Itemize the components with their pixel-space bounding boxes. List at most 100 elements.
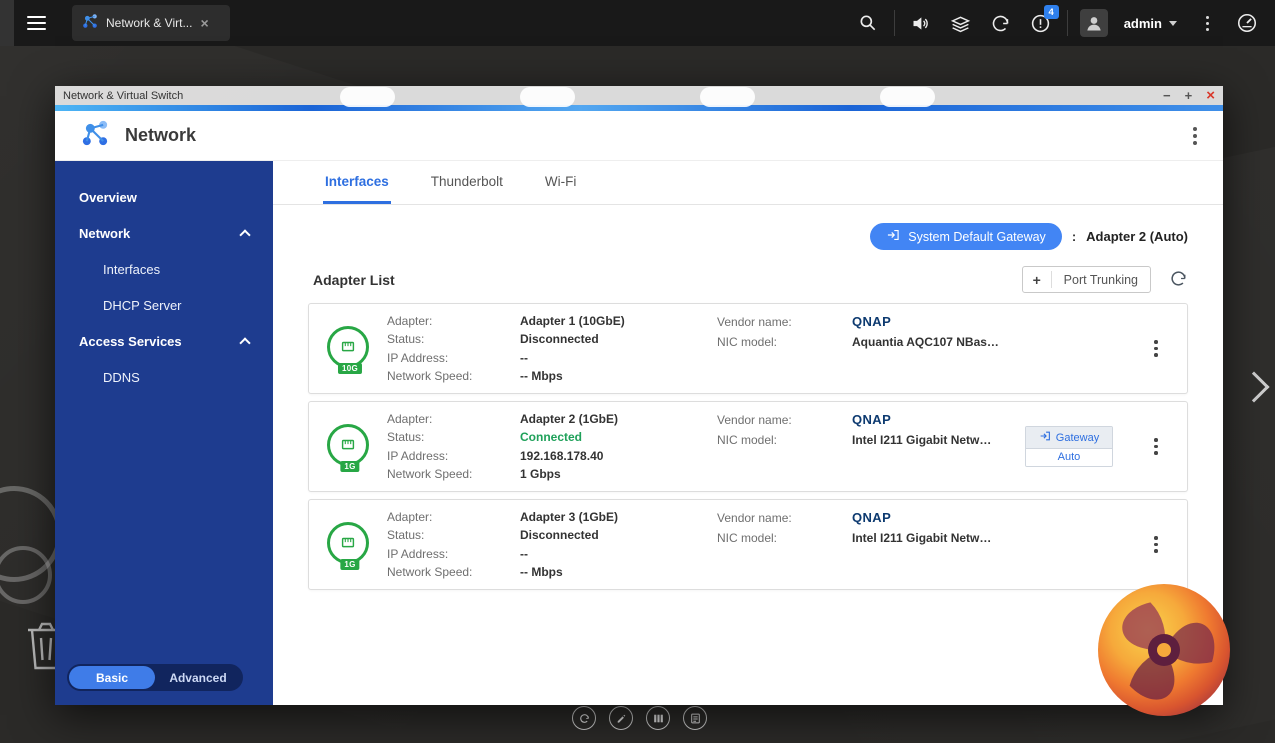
- app-tab-label: Network & Virt...: [106, 16, 193, 30]
- sidebar-section-network[interactable]: Network: [55, 215, 273, 251]
- tab-interfaces[interactable]: Interfaces: [323, 161, 391, 204]
- header-more-icon[interactable]: [1193, 124, 1197, 148]
- port-trunking-button[interactable]: + Port Trunking: [1021, 266, 1151, 293]
- window-titlebar[interactable]: Network & Virtual Switch − + ×: [55, 86, 1223, 105]
- network-app-icon: [82, 13, 98, 34]
- vendor-labels: Vendor name: NIC model:: [717, 412, 792, 447]
- sidebar-item-overview[interactable]: Overview: [55, 179, 273, 215]
- gateway-icon: [1039, 430, 1051, 445]
- user-avatar[interactable]: [1074, 0, 1114, 46]
- adapter-speed: -- Mbps: [520, 369, 563, 383]
- adapter-port-icon: 1G: [327, 423, 373, 472]
- adapter-list: 10G Adapter: Status: IP Address: Network…: [308, 303, 1188, 597]
- volume-icon[interactable]: [901, 0, 941, 46]
- adapter-speed: 1 Gbps: [520, 467, 561, 481]
- sidebar-item-interfaces[interactable]: Interfaces: [55, 251, 273, 287]
- adapter-name: Adapter 2 (1GbE): [520, 411, 619, 426]
- desktop-icon-ghost: [340, 87, 395, 107]
- vendor-values: QNAP Intel I211 Gigabit Netw…: [852, 410, 1025, 484]
- main-menu-button[interactable]: [14, 0, 58, 46]
- wallpaper-ring: [0, 546, 52, 604]
- adapter-menu-icon[interactable]: [1143, 536, 1169, 553]
- maximize-button[interactable]: +: [1185, 89, 1193, 102]
- sidebar: Overview Network Interfaces DHCP Server …: [55, 161, 273, 705]
- admin-label: admin: [1123, 15, 1162, 31]
- desktop-icon-ghost: [700, 87, 755, 107]
- adapter-ip: 192.168.178.40: [520, 448, 604, 463]
- field-values: Adapter 1 (10GbE) Disconnected -- -- Mbp…: [520, 312, 717, 386]
- app-header: Network: [55, 111, 1223, 161]
- adapter-ip: --: [520, 546, 528, 561]
- basic-mode-button[interactable]: Basic: [69, 666, 155, 689]
- adapter-card-1: 10G Adapter: Status: IP Address: Network…: [308, 303, 1188, 394]
- system-default-gateway-row: System Default Gateway : Adapter 2 (Auto…: [273, 223, 1188, 250]
- desktop-dock: [572, 706, 707, 730]
- chevron-up-icon: [239, 337, 251, 349]
- tab-close-icon[interactable]: ×: [200, 15, 208, 31]
- chevron-up-icon: [239, 229, 251, 241]
- advanced-mode-button[interactable]: Advanced: [155, 666, 241, 689]
- taskbar-separator: [893, 10, 895, 36]
- adapter-card-3: 1G Adapter: Status: IP Address: Network …: [308, 499, 1188, 590]
- gateway-icon: [886, 228, 900, 245]
- vendor-labels: Vendor name: NIC model:: [717, 510, 792, 545]
- sync-icon[interactable]: [981, 0, 1021, 46]
- dock-tools-icon[interactable]: [609, 706, 633, 730]
- admin-dropdown[interactable]: admin: [1124, 16, 1177, 31]
- adapter-menu-icon[interactable]: [1143, 340, 1169, 357]
- field-labels: Adapter: Status: IP Address: Network Spe…: [387, 509, 473, 580]
- adapter-list-title: Adapter List: [313, 271, 395, 288]
- gateway-mode[interactable]: Auto: [1026, 448, 1112, 466]
- adapter-list-header: Adapter List + Port Trunking: [313, 266, 1188, 293]
- more-options-icon[interactable]: [1187, 0, 1227, 46]
- notifications-icon[interactable]: 4: [1021, 0, 1061, 46]
- gateway-separator: :: [1071, 229, 1077, 244]
- network-app-icon: [81, 119, 109, 152]
- close-button[interactable]: ×: [1206, 88, 1215, 103]
- field-values: Adapter 2 (1GbE) Connected 192.168.178.4…: [520, 410, 717, 484]
- taskbar: Network & Virt... × 4 admin: [0, 0, 1275, 46]
- background-tasks-icon[interactable]: [941, 0, 981, 46]
- sidebar-section-access-services[interactable]: Access Services: [55, 323, 273, 359]
- vendor-logo: QNAP: [852, 313, 892, 329]
- vendor-labels: Vendor name: NIC model:: [717, 314, 792, 349]
- search-icon[interactable]: [848, 0, 888, 46]
- dock-recent-icon[interactable]: [572, 706, 596, 730]
- sidebar-item-dhcp-server[interactable]: DHCP Server: [55, 287, 273, 323]
- nic-model: Aquantia AQC107 NBas…: [852, 334, 999, 349]
- vendor-logo: QNAP: [852, 509, 892, 525]
- minimize-button[interactable]: −: [1163, 89, 1171, 102]
- adapter-card-2: 1G Adapter: Status: IP Address: Network …: [308, 401, 1188, 492]
- taskbar-separator: [1066, 10, 1068, 36]
- next-desktop-chevron-icon[interactable]: [1238, 371, 1270, 403]
- page-title: Network: [125, 125, 197, 145]
- dock-notes-icon[interactable]: [683, 706, 707, 730]
- dock-dashboard-icon[interactable]: [646, 706, 670, 730]
- adapter-speed: -- Mbps: [520, 565, 563, 579]
- tab-wifi[interactable]: Wi-Fi: [543, 161, 578, 204]
- chevron-down-icon: [1169, 20, 1177, 26]
- main-content: Interfaces Thunderbolt Wi-Fi System Defa…: [273, 161, 1223, 705]
- tab-bar: Interfaces Thunderbolt Wi-Fi: [273, 161, 1223, 205]
- adapter-menu-icon[interactable]: [1143, 438, 1169, 455]
- sidebar-item-ddns[interactable]: DDNS: [55, 359, 273, 395]
- gateway-badge[interactable]: Gateway Auto: [1025, 426, 1113, 467]
- refresh-icon[interactable]: [1169, 269, 1188, 291]
- vendor-values: QNAP Aquantia AQC107 NBas…: [852, 312, 1025, 386]
- desktop-icon-ghost: [520, 87, 575, 107]
- gateway-value: Adapter 2 (Auto): [1086, 229, 1188, 244]
- vendor-values: QNAP Intel I211 Gigabit Netw…: [852, 508, 1025, 582]
- resource-monitor-icon[interactable]: [1227, 0, 1267, 46]
- desktop-icon-ghost: [880, 87, 935, 107]
- system-default-gateway-button[interactable]: System Default Gateway: [870, 223, 1062, 250]
- window-title: Network & Virtual Switch: [63, 89, 184, 102]
- tab-thunderbolt[interactable]: Thunderbolt: [429, 161, 505, 204]
- field-labels: Adapter: Status: IP Address: Network Spe…: [387, 411, 473, 482]
- adapter-port-icon: 1G: [327, 521, 373, 570]
- adapter-name: Adapter 3 (1GbE): [520, 509, 619, 524]
- field-values: Adapter 3 (1GbE) Disconnected -- -- Mbps: [520, 508, 717, 582]
- adapter-status: Disconnected: [520, 332, 599, 346]
- vendor-logo: QNAP: [852, 411, 892, 427]
- notification-badge: 4: [1043, 5, 1059, 19]
- app-tab-network[interactable]: Network & Virt... ×: [72, 5, 230, 41]
